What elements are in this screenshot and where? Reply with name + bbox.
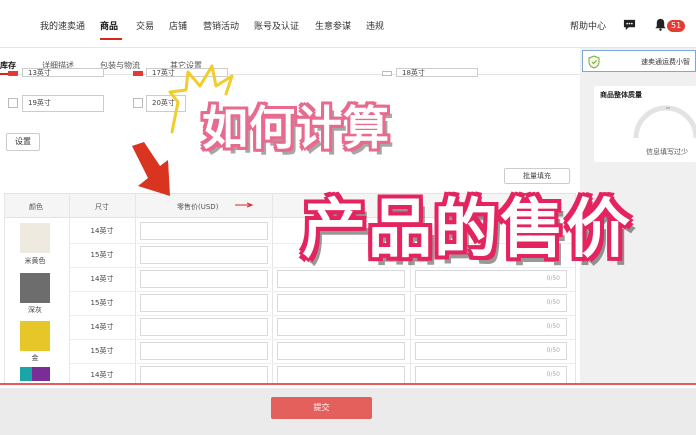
size-checkbox[interactable] (382, 71, 392, 76)
size-input[interactable]: 18英寸 (396, 68, 478, 77)
size-cell: 15英寸 (90, 299, 114, 307)
nav-business-advisor[interactable]: 生意参谋 (315, 19, 351, 32)
row-divider (70, 291, 576, 292)
stock-input[interactable] (277, 318, 405, 336)
sku-code-input[interactable]: 0/50 (415, 294, 567, 312)
red-arrow-icon (132, 142, 170, 196)
retail-price-input[interactable] (140, 246, 268, 264)
overlay-title-line1: 如何计算 (202, 101, 390, 155)
notification-badge: 51 (667, 20, 686, 32)
color-swatch-multicolor (20, 367, 50, 381)
size-cell: 14英寸 (90, 227, 114, 235)
nav-trade[interactable]: 交易 (136, 19, 154, 32)
shield-icon (588, 55, 600, 69)
row-divider (70, 315, 576, 316)
row-divider (70, 339, 576, 340)
stock-input[interactable] (277, 342, 405, 360)
retail-price-input[interactable] (140, 366, 268, 384)
size-checkbox[interactable] (133, 71, 143, 76)
color-name: 米黄色 (24, 257, 46, 265)
stock-input[interactable] (277, 294, 405, 312)
row-divider (70, 363, 576, 364)
retail-price-input[interactable] (140, 222, 268, 240)
size-cell: 15英寸 (90, 347, 114, 355)
nav-my-store[interactable]: 我的速卖通 (40, 19, 85, 32)
tab-packaging-logistics[interactable]: 包装与物流 (100, 60, 140, 71)
retail-price-input[interactable] (140, 318, 268, 336)
size-input[interactable]: 13英寸 (22, 68, 104, 77)
column-header-retail-price: 零售价(USD) (177, 203, 219, 211)
freight-assistant-banner[interactable]: 速卖通运费小智 (582, 50, 696, 72)
top-navigation: 我的速卖通 商品 交易 店铺 营销活动 账号及认证 生意参谋 违规 帮助中心 5… (0, 0, 696, 48)
quality-title: 商品整体质量 (600, 91, 642, 99)
nav-marketing[interactable]: 营销活动 (203, 19, 239, 32)
stock-input[interactable] (277, 366, 405, 384)
size-cell: 14英寸 (90, 275, 114, 283)
color-name: 深灰 (28, 306, 42, 314)
size-input[interactable]: 19英寸 (22, 95, 104, 112)
nav-violations[interactable]: 违规 (366, 19, 384, 32)
submit-button[interactable]: 提交 (271, 397, 372, 419)
column-header-color: 颜色 (29, 203, 43, 211)
help-center-link[interactable]: 帮助中心 (570, 19, 606, 32)
nav-products[interactable]: 商品 (100, 19, 118, 32)
chat-icon[interactable] (623, 18, 636, 31)
size-checkbox[interactable] (133, 98, 143, 108)
bell-icon[interactable] (654, 18, 667, 31)
column-header-size: 尺寸 (95, 203, 109, 211)
sku-code-input[interactable]: 0/50 (415, 318, 567, 336)
pointer-arrow-icon (235, 202, 254, 208)
nav-shop[interactable]: 店铺 (169, 19, 187, 32)
retail-price-input[interactable] (140, 270, 268, 288)
table-divider (135, 193, 136, 386)
color-swatch-beige (20, 223, 50, 253)
color-swatch-dark-gray (20, 273, 50, 303)
retail-price-input[interactable] (140, 342, 268, 360)
product-quality-card: 商品整体质量 信息填写过少 (594, 86, 696, 162)
size-cell: 14英寸 (90, 323, 114, 331)
nav-active-indicator (100, 38, 122, 40)
app-window: 我的速卖通 商品 交易 店铺 营销活动 账号及认证 生意参谋 违规 帮助中心 5… (0, 0, 696, 435)
size-cell: 15英寸 (90, 251, 114, 259)
table-divider (272, 193, 273, 386)
freight-assistant-text: 速卖通运费小智 (641, 58, 690, 66)
nav-account[interactable]: 账号及认证 (254, 19, 299, 32)
quality-note: 信息填写过少 (646, 148, 688, 156)
color-swatch-gold (20, 321, 50, 351)
tab-inventory[interactable]: 库存 (0, 60, 16, 71)
overlay-title-line2: 产品的售价 (302, 193, 632, 267)
color-name: 金 (31, 354, 39, 362)
stock-input[interactable] (277, 270, 405, 288)
size-checkbox[interactable] (8, 71, 18, 76)
settings-button[interactable]: 设置 (6, 133, 40, 151)
size-checkbox[interactable] (8, 98, 18, 108)
retail-price-input[interactable] (140, 294, 268, 312)
sku-code-input[interactable]: 0/50 (415, 270, 567, 288)
sku-code-input[interactable]: 0/50 (415, 366, 567, 384)
sku-code-input[interactable]: 0/50 (415, 342, 567, 360)
quality-gauge (633, 105, 696, 139)
